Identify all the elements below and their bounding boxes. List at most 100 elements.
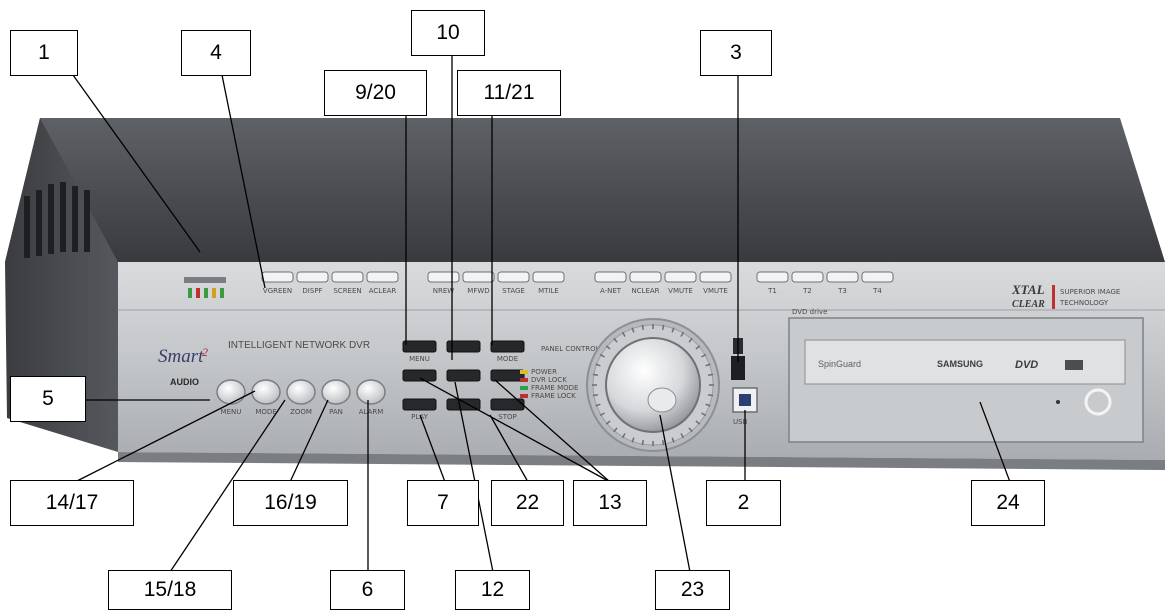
top-button-misc-3[interactable] [699, 271, 732, 283]
svg-text:TECHNOLOGY: TECHNOLOGY [1059, 299, 1109, 307]
audio-label: AUDIO [170, 377, 199, 387]
top-button-label: T3 [837, 287, 847, 295]
dial-tick [661, 440, 665, 446]
round-button-1[interactable] [251, 379, 281, 405]
top-button-label: ACLEAR [369, 287, 397, 295]
status-led-label: POWER [531, 368, 557, 376]
dial-tick [708, 373, 714, 377]
callout-7: 7 [407, 480, 479, 526]
top-button-label: DISPF [302, 287, 322, 295]
brand-logo-suffix: 2 [202, 345, 208, 359]
top-button-misc-1[interactable] [629, 271, 662, 283]
top-button-label: NCLEAR [631, 287, 659, 295]
top-button-label: VMUTE [703, 287, 728, 295]
top-button-label: T4 [872, 287, 882, 295]
callout-10: 10 [411, 10, 485, 56]
brand-logo: Smart [158, 346, 204, 367]
callout-24: 24 [971, 480, 1045, 526]
svg-text:SpinGuard: SpinGuard [818, 359, 861, 369]
keypad-label: PLAY [411, 413, 429, 421]
svg-text:DVD: DVD [1015, 359, 1038, 371]
top-button-label: MFWD [467, 287, 489, 295]
round-button-3[interactable] [321, 379, 351, 405]
callout-4: 4 [181, 30, 251, 76]
round-button-label: ZOOM [290, 408, 312, 416]
top-button-label: T2 [802, 287, 812, 295]
round-button-label: PAN [329, 408, 343, 416]
top-button-func-0[interactable] [261, 271, 294, 283]
top-button-label: VMUTE [668, 287, 693, 295]
status-led-label: FRAME MODE [531, 384, 578, 392]
top-button-label: NREW [433, 287, 455, 295]
top-button-tab-2[interactable] [826, 271, 859, 283]
callout-14-17: 14/17 [10, 480, 134, 526]
dial-tick [592, 373, 598, 377]
status-led-1 [520, 378, 528, 382]
top-button-misc-2[interactable] [664, 271, 697, 283]
status-led-0 [520, 370, 528, 374]
keypad-button-0[interactable] [402, 340, 437, 353]
top-button-label: STAGE [502, 287, 525, 295]
top-button-label: MTILE [538, 287, 559, 295]
dial-tick [641, 324, 645, 330]
status-led-label: FRAME LOCK [531, 392, 576, 400]
status-led-2 [520, 386, 528, 390]
callout-23: 23 [655, 570, 730, 610]
svg-text:SUPERIOR IMAGE: SUPERIOR IMAGE [1060, 288, 1120, 296]
top-button-mode-3[interactable] [532, 271, 565, 283]
callout-15-18: 15/18 [108, 570, 232, 610]
keypad-button-3[interactable] [402, 369, 437, 382]
status-led-3 [520, 394, 528, 398]
top-button-tab-0[interactable] [756, 271, 789, 283]
dial-tick [708, 393, 714, 397]
callout-1: 1 [10, 30, 78, 76]
top-button-func-1[interactable] [296, 271, 329, 283]
jog-dial [586, 318, 720, 452]
callout-3: 3 [700, 30, 772, 76]
top-button-label: VGREEN [263, 287, 292, 295]
keypad-button-6[interactable] [402, 398, 437, 411]
top-button-label: A-NET [600, 287, 622, 295]
keypad-button-4[interactable] [446, 369, 481, 382]
round-button-2[interactable] [286, 379, 316, 405]
dial-tick [592, 393, 598, 397]
keypad-label: MENU [409, 355, 430, 363]
status-led-label: DVR LOCK [531, 376, 567, 384]
keypad-button-2[interactable] [490, 340, 525, 353]
chassis-top [5, 118, 1165, 262]
callout-16-19: 16/19 [233, 480, 348, 526]
dial-tick [661, 324, 665, 330]
round-button-label: MENU [221, 408, 242, 416]
callout-9-20: 9/20 [324, 70, 427, 116]
round-button-label: ALARM [359, 408, 384, 416]
callout-22: 22 [491, 480, 564, 526]
svg-text:SAMSUNG: SAMSUNG [937, 359, 983, 369]
round-button-label: MODE [255, 408, 276, 416]
svg-text:CLEAR: CLEAR [1012, 299, 1045, 310]
round-button-0[interactable] [216, 379, 246, 405]
dial-tick [641, 440, 645, 446]
top-button-label: SCREEN [333, 287, 361, 295]
top-button-mode-1[interactable] [462, 271, 495, 283]
callout-11-21: 11/21 [457, 70, 561, 116]
top-button-mode-2[interactable] [497, 271, 530, 283]
svg-text:XTAL: XTAL [1011, 282, 1045, 297]
top-button-tab-1[interactable] [791, 271, 824, 283]
top-button-misc-0[interactable] [594, 271, 627, 283]
top-button-label: T1 [767, 287, 777, 295]
svg-text:DVD drive: DVD drive [792, 308, 827, 316]
callout-12: 12 [455, 570, 530, 610]
dvd-drive: DVD drive SpinGuard SAMSUNG DVD [788, 308, 1144, 443]
top-button-func-3[interactable] [366, 271, 399, 283]
round-button-4[interactable] [356, 379, 386, 405]
callout-5: 5 [10, 376, 86, 422]
callout-13: 13 [573, 480, 647, 526]
callout-6: 6 [330, 570, 405, 610]
panel-title: INTELLIGENT NETWORK DVR [228, 340, 370, 351]
svg-text:PANEL CONTROL: PANEL CONTROL [541, 345, 600, 353]
top-button-mode-0[interactable] [427, 271, 460, 283]
keypad-label: MODE [497, 355, 518, 363]
keypad-button-5[interactable] [490, 369, 525, 382]
top-button-func-2[interactable] [331, 271, 364, 283]
top-button-tab-3[interactable] [861, 271, 894, 283]
